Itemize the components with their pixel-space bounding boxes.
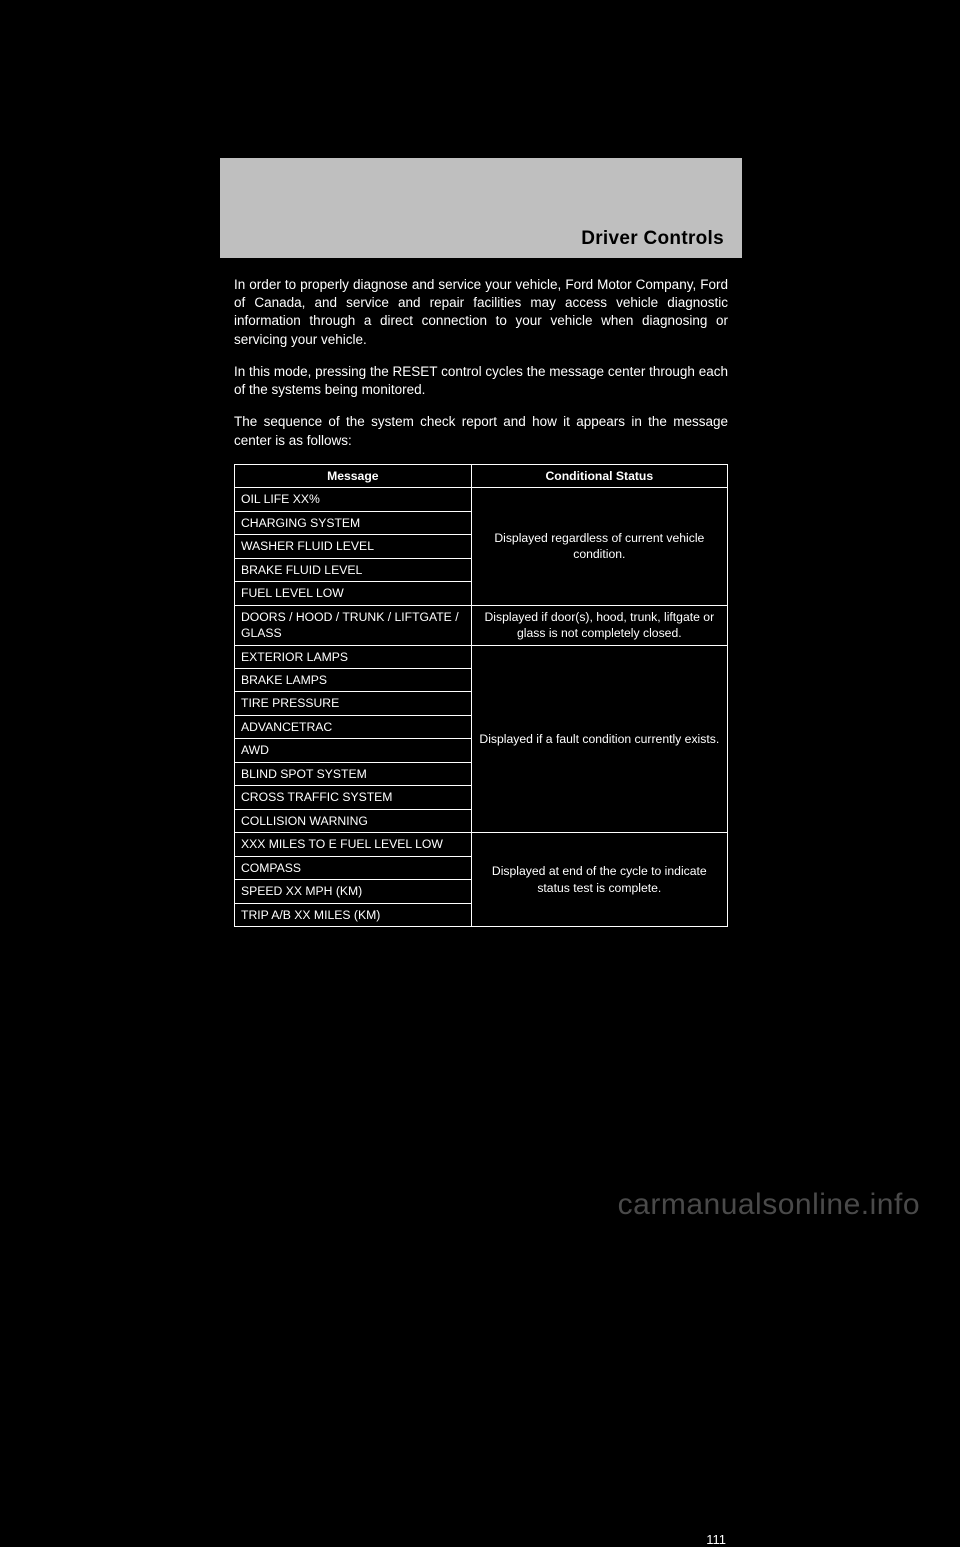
table-row: EXTERIOR LAMPS <box>235 645 472 668</box>
table-row: OIL LIFE XX% <box>235 488 472 511</box>
table-row: TIRE PRESSURE <box>235 692 472 715</box>
paragraph-1: In order to properly diagnose and servic… <box>234 276 728 349</box>
table-row: DOORS / HOOD / TRUNK / LIFTGATE / GLASS <box>235 605 472 645</box>
status-cell: Displayed at end of the cycle to indicat… <box>471 833 727 927</box>
table-row: WASHER FLUID LEVEL <box>235 535 472 558</box>
table-row: COLLISION WARNING <box>235 809 472 832</box>
table-row: FUEL LEVEL LOW <box>235 582 472 605</box>
table-row: BLIND SPOT SYSTEM <box>235 762 472 785</box>
table-row: COMPASS <box>235 856 472 879</box>
table-row: BRAKE LAMPS <box>235 668 472 691</box>
status-cell: Displayed regardless of current vehicle … <box>471 488 727 605</box>
table-row: BRAKE FLUID LEVEL <box>235 558 472 581</box>
system-check-table: Message Conditional Status OIL LIFE XX% … <box>234 464 728 927</box>
paragraph-3: The sequence of the system check report … <box>234 413 728 449</box>
table-row: AWD <box>235 739 472 762</box>
table-row: XXX MILES TO E FUEL LEVEL LOW <box>235 833 472 856</box>
section-header: Driver Controls <box>220 158 742 258</box>
section-title: Driver Controls <box>581 228 724 250</box>
table-row: TRIP A/B XX MILES (KM) <box>235 903 472 926</box>
page-body: In order to properly diagnose and servic… <box>220 258 742 927</box>
watermark-text: carmanualsonline.info <box>618 1188 920 1222</box>
table-header-status: Conditional Status <box>471 464 727 487</box>
status-cell: Displayed if door(s), hood, trunk, liftg… <box>471 605 727 645</box>
page-number: 111 <box>706 1532 726 1547</box>
table-row: ADVANCETRAC <box>235 715 472 738</box>
table-row: CROSS TRAFFIC SYSTEM <box>235 786 472 809</box>
table-row: SPEED XX MPH (KM) <box>235 880 472 903</box>
paragraph-2: In this mode, pressing the RESET control… <box>234 363 728 399</box>
table-row: CHARGING SYSTEM <box>235 511 472 534</box>
status-cell: Displayed if a fault condition currently… <box>471 645 727 833</box>
table-header-message: Message <box>235 464 472 487</box>
